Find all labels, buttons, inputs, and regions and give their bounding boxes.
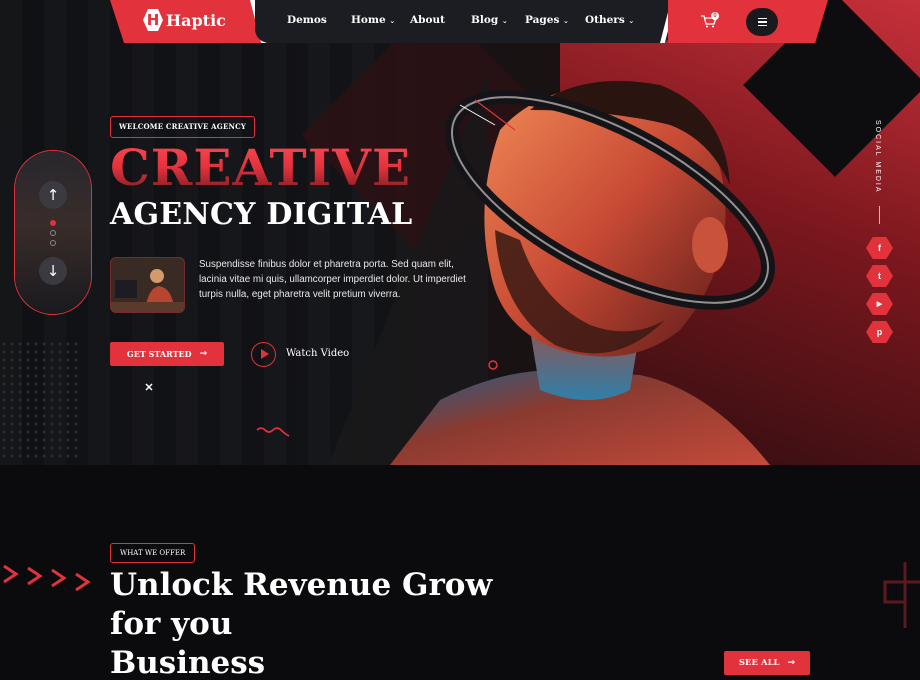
nav-item-pages-label: Pages bbox=[525, 14, 560, 26]
hamburger-menu-button[interactable] bbox=[746, 8, 778, 36]
play-video-icon[interactable] bbox=[251, 342, 276, 367]
slider-dot[interactable] bbox=[50, 230, 56, 236]
hero-slider-control: ↑ ↓ bbox=[14, 150, 92, 315]
circle-decoration-icon bbox=[488, 360, 498, 370]
hero-thumbnail-image bbox=[110, 257, 185, 313]
watch-video-link[interactable]: Watch Video bbox=[286, 348, 349, 359]
nav-item-demos[interactable]: Demos bbox=[287, 14, 327, 26]
nav-item-others-label: Others bbox=[585, 14, 625, 26]
nav-item-home-label: Home bbox=[351, 14, 386, 26]
menu-bar bbox=[757, 21, 767, 23]
logo-mark-icon: H bbox=[143, 9, 163, 31]
chevron-down-icon: ⌄ bbox=[628, 17, 635, 25]
cross-decoration-icon bbox=[145, 383, 153, 391]
offer-heading-line-3: Business bbox=[110, 645, 266, 680]
logo-text: Haptic bbox=[166, 10, 226, 30]
hero-welcome-badge: WELCOME CREATIVE AGENCY bbox=[110, 116, 256, 138]
arrow-down-icon: ↓ bbox=[46, 262, 60, 280]
offer-heading-line-2: for you bbox=[110, 606, 233, 642]
social-divider bbox=[879, 206, 880, 224]
get-started-label: GET STARTED bbox=[126, 349, 192, 359]
see-all-button[interactable]: SEE ALL → bbox=[724, 651, 810, 675]
slider-dot-active[interactable] bbox=[50, 220, 56, 226]
nav-item-pages[interactable]: Pages ⌄ bbox=[525, 14, 569, 26]
chevron-down-icon: ⌄ bbox=[389, 17, 396, 25]
hero-title-creative: CREATIVE bbox=[110, 138, 412, 197]
what-we-offer-badge: WHAT WE OFFER bbox=[110, 543, 196, 563]
nav-item-blog[interactable]: Blog ⌄ bbox=[471, 14, 508, 26]
plus-decoration-icon bbox=[883, 562, 920, 628]
chevron-decoration-icon bbox=[3, 564, 91, 592]
chevron-down-icon: ⌄ bbox=[563, 17, 569, 25]
hero-description: Suspendisse finibus dolor et pharetra po… bbox=[199, 259, 466, 300]
thumbnail-illustration bbox=[111, 258, 184, 312]
offer-heading-line-1: Unlock Revenue Grow bbox=[110, 567, 493, 603]
nav-item-others[interactable]: Others ⌄ bbox=[585, 14, 634, 26]
hero-section bbox=[0, 0, 920, 465]
social-media-label: SOCIAL MEDIA bbox=[874, 120, 881, 194]
cart-count-badge: 0 bbox=[711, 12, 719, 20]
zigzag-decoration-icon bbox=[256, 427, 290, 437]
offer-heading: Unlock Revenue Grow for you Business bbox=[110, 566, 492, 680]
arrow-right-icon: → bbox=[787, 658, 796, 668]
hero-title-agency: AGENCY DIGITAL bbox=[110, 197, 413, 232]
chevron-down-icon: ⌄ bbox=[501, 17, 508, 25]
get-started-button[interactable]: GET STARTED → bbox=[110, 342, 224, 366]
nav-item-home[interactable]: Home ⌄ bbox=[351, 14, 395, 26]
slider-dot[interactable] bbox=[50, 240, 56, 246]
nav-item-about[interactable]: About bbox=[410, 14, 445, 26]
slider-prev-button[interactable]: ↑ bbox=[39, 181, 67, 209]
arrow-up-icon: ↑ bbox=[46, 186, 60, 204]
dot-pattern-decoration bbox=[0, 340, 80, 460]
nav-item-blog-label: Blog bbox=[471, 14, 499, 26]
menu-bar bbox=[757, 17, 767, 20]
menu-bar bbox=[757, 24, 767, 27]
arrow-right-icon: → bbox=[199, 349, 208, 359]
slider-next-button[interactable]: ↓ bbox=[39, 257, 67, 285]
site-logo[interactable]: H Haptic bbox=[143, 9, 226, 31]
see-all-label: SEE ALL bbox=[738, 658, 780, 668]
